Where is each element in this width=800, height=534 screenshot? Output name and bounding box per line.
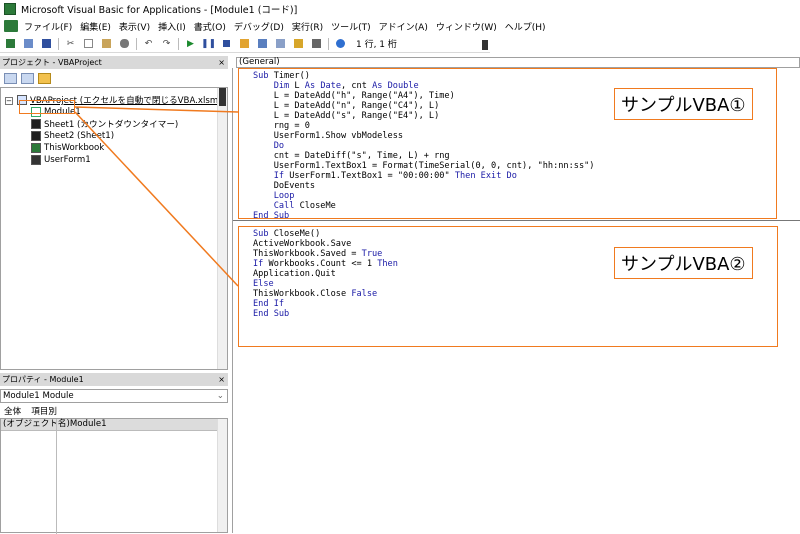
properties-pane-header: プロパティ - Module1 × <box>0 373 228 386</box>
project-tree: − VBAProject (エクセルを自動で閉じるVBA.xlsm) Modul… <box>0 87 228 370</box>
toolbar-separator <box>178 37 179 50</box>
tree-item-label: ThisWorkbook <box>44 143 105 153</box>
workbook-icon <box>31 143 41 153</box>
sheet-icon <box>31 131 41 141</box>
standard-toolbar: ✂ ↶ ↷ ▶ ❚❚ 1 行, 1 桁 <box>0 35 490 53</box>
tab-alphabetic[interactable]: 全体 <box>4 405 21 418</box>
tree-item-label: Sheet2 (Sheet1) <box>44 131 115 141</box>
view-object-icon[interactable] <box>21 72 34 84</box>
properties-tabs: 全体 項目別 <box>0 405 228 418</box>
reset-icon[interactable] <box>220 38 233 50</box>
properties-window-icon[interactable] <box>274 38 287 50</box>
run-icon[interactable]: ▶ <box>184 38 197 50</box>
annotation-box-vba2 <box>238 226 778 347</box>
menu-view[interactable]: 表示(V) <box>119 20 150 33</box>
object-select[interactable]: Module1 Module ⌄ <box>0 389 228 403</box>
break-icon[interactable]: ❚❚ <box>201 38 216 50</box>
annotation-label-vba2: サンプルVBA② <box>614 247 753 279</box>
tree-item-thisworkbook[interactable]: ThisWorkbook <box>31 142 104 154</box>
menu-debug[interactable]: デバッグ(D) <box>234 20 284 33</box>
object-browser-icon[interactable] <box>292 38 305 50</box>
title-bar: Microsoft Visual Basic for Applications … <box>0 0 800 17</box>
toolbar-overflow-icon[interactable] <box>482 40 488 50</box>
close-icon[interactable]: × <box>218 373 225 386</box>
menu-addins[interactable]: アドイン(A) <box>379 20 428 33</box>
scrollbar-thumb[interactable] <box>219 88 226 106</box>
collapse-icon[interactable]: − <box>5 97 13 105</box>
menu-bar: ファイル(F) 編集(E) 表示(V) 挿入(I) 書式(O) デバッグ(D) … <box>0 17 800 35</box>
menu-file[interactable]: ファイル(F) <box>24 20 72 33</box>
property-name: (オブジェクト名) <box>3 419 70 429</box>
menu-window[interactable]: ウィンドウ(W) <box>436 20 497 33</box>
project-explorer-icon[interactable] <box>256 38 269 50</box>
excel-icon[interactable] <box>4 20 18 32</box>
close-icon[interactable]: × <box>218 56 225 69</box>
grid-divider <box>56 419 57 534</box>
menu-tools[interactable]: ツール(T) <box>331 20 371 33</box>
properties-pane-title: プロパティ - Module1 <box>2 375 84 384</box>
tree-item-label: UserForm1 <box>44 155 91 165</box>
help-icon[interactable] <box>334 38 347 50</box>
toolbar-separator <box>58 37 59 50</box>
tree-item-label: Sheet1 (カウントダウンタイマー) <box>44 120 179 130</box>
save-icon[interactable] <box>40 38 53 50</box>
properties-grid: (オブジェクト名)Module1 <box>0 418 228 534</box>
find-icon[interactable] <box>118 38 131 50</box>
menu-insert[interactable]: 挿入(I) <box>158 20 186 33</box>
object-select-value: Module1 Module <box>3 391 74 401</box>
property-row[interactable]: (オブジェクト名)Module1 <box>1 419 217 431</box>
tree-item-sheet2[interactable]: Sheet2 (Sheet1) <box>31 130 114 142</box>
procedure-separator <box>233 220 800 221</box>
design-mode-icon[interactable] <box>238 38 251 50</box>
insert-userform-icon[interactable] <box>22 38 35 50</box>
toolbar-separator <box>136 37 137 50</box>
view-excel-icon[interactable] <box>4 38 17 50</box>
window-title: Microsoft Visual Basic for Applications … <box>21 4 298 16</box>
properties-scrollbar[interactable] <box>217 419 227 532</box>
copy-icon[interactable] <box>82 38 95 50</box>
redo-icon[interactable]: ↷ <box>160 38 173 50</box>
sheet-icon <box>31 119 41 129</box>
menu-help[interactable]: ヘルプ(H) <box>505 20 546 33</box>
tree-scrollbar[interactable] <box>217 88 227 369</box>
annotation-box-module1 <box>19 100 75 114</box>
menu-format[interactable]: 書式(O) <box>194 20 226 33</box>
project-pane-title: プロジェクト - VBAProject <box>2 58 102 67</box>
cut-icon[interactable]: ✂ <box>64 38 77 50</box>
menu-edit[interactable]: 編集(E) <box>80 20 111 33</box>
view-code-icon[interactable] <box>4 72 17 84</box>
tab-categorized[interactable]: 項目別 <box>31 405 57 418</box>
menu-run[interactable]: 実行(R) <box>292 20 323 33</box>
userform-icon <box>31 155 41 165</box>
undo-icon[interactable]: ↶ <box>142 38 155 50</box>
property-value[interactable]: Module1 <box>70 419 107 429</box>
project-pane-toolbar <box>0 69 228 87</box>
tree-item-sheet1[interactable]: Sheet1 (カウントダウンタイマー) <box>31 118 178 130</box>
project-pane-header: プロジェクト - VBAProject × <box>0 56 228 69</box>
paste-icon[interactable] <box>100 38 113 50</box>
object-dropdown[interactable]: (General) <box>236 57 800 68</box>
annotation-label-vba1: サンプルVBA① <box>614 88 753 120</box>
toolbar-separator <box>328 37 329 50</box>
vba-app-icon <box>4 2 16 15</box>
tree-item-userform1[interactable]: UserForm1 <box>31 154 91 166</box>
chevron-down-icon[interactable]: ⌄ <box>217 390 224 402</box>
toolbox-icon[interactable] <box>310 38 323 50</box>
cursor-position: 1 行, 1 桁 <box>356 40 397 50</box>
toggle-folders-icon[interactable] <box>38 72 51 84</box>
